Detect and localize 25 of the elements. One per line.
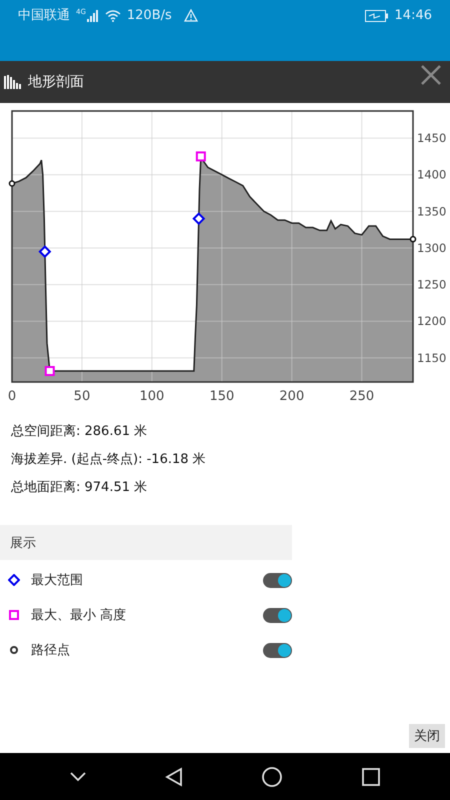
- section-title: 展示: [10, 534, 36, 552]
- axis-tick-label: 1350: [417, 204, 446, 218]
- axis-tick-label: 250: [349, 389, 374, 404]
- carrier-name: 中国联通: [18, 8, 70, 24]
- statistic-text: 总地面距离: 974.51 米: [11, 479, 148, 497]
- axis-tick-label: 1200: [417, 314, 446, 328]
- axis-tick-label: 1150: [417, 350, 446, 365]
- axis-tick-label: 1400: [417, 168, 446, 182]
- option-label: 路径点: [31, 642, 71, 659]
- close-button[interactable]: 关闭: [409, 724, 445, 748]
- axis-tick-label: 150: [209, 389, 234, 404]
- axis-tick-label: 50: [74, 389, 90, 404]
- option-label: 最大、最小 高度: [31, 607, 128, 624]
- statistic-text: 总空间距离: 286.61 米: [11, 423, 148, 441]
- network-speed: 120B/s: [126, 8, 172, 24]
- axis-tick-label: 200: [279, 389, 304, 404]
- axis-tick-label: 100: [140, 389, 164, 404]
- window-title: 地形剖面: [28, 73, 84, 91]
- option-label: 最大范围: [31, 572, 84, 589]
- axis-tick-label: 1450: [417, 131, 446, 146]
- axis-tick-label: 1300: [417, 240, 446, 255]
- clock-time: 14:46: [394, 8, 432, 24]
- axis-tick-label: 0: [8, 389, 16, 404]
- statistic-text: 海拔差异. (起点-终点): -16.18 米: [11, 451, 207, 469]
- axis-tick-label: 1250: [417, 278, 446, 292]
